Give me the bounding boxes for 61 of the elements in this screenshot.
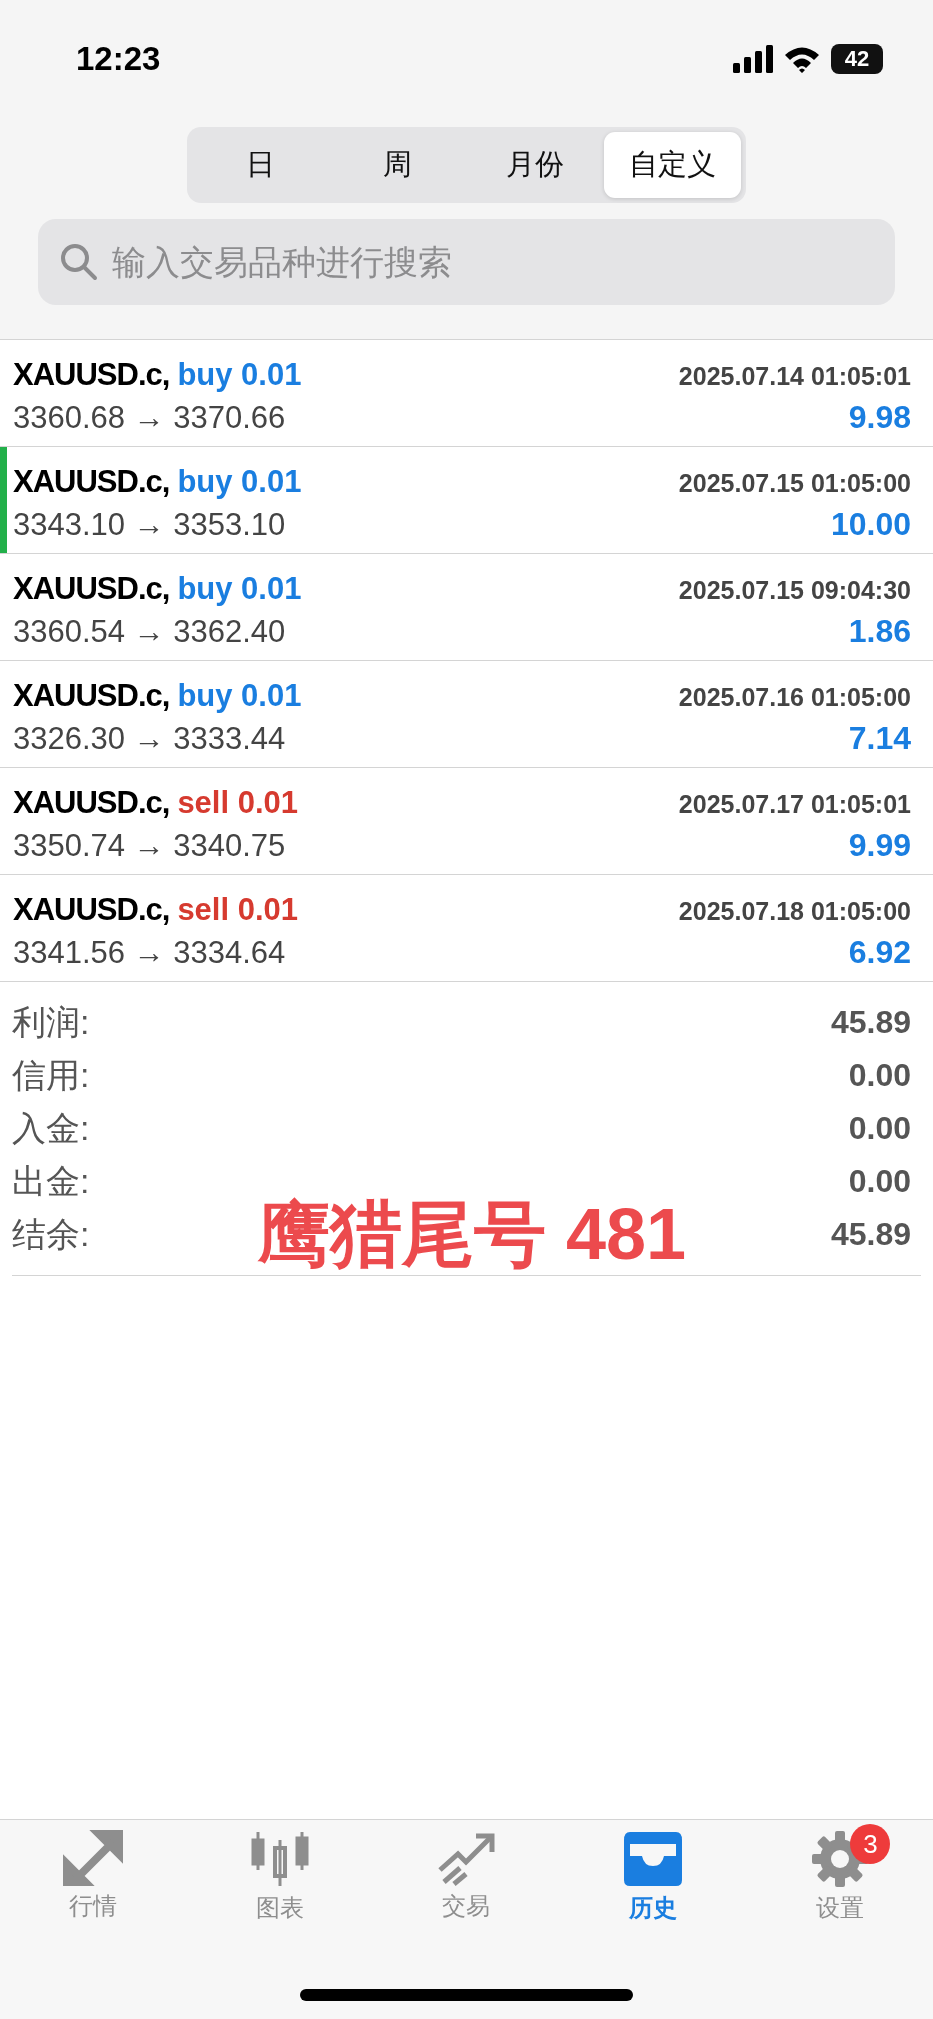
- order-text: buy 0.01: [177, 570, 302, 606]
- deal-row[interactable]: XAUUSD.c, buy 0.01 2025.07.15 01:05:00 3343.10 → 3353.10 10.00: [0, 447, 933, 554]
- summary-value: 0.00: [848, 1110, 911, 1147]
- profit-value: 10.00: [830, 505, 911, 543]
- deal-row[interactable]: XAUUSD.c, buy 0.01 2025.07.15 09:04:30 3360.54 → 3362.40 1.86: [0, 554, 933, 661]
- summary-value: 45.89: [830, 1216, 911, 1253]
- search-field[interactable]: 输入交易品种进行搜索: [38, 219, 895, 305]
- candlestick-icon: [249, 1830, 310, 1888]
- deal-row[interactable]: XAUUSD.c, buy 0.01 2025.07.16 01:05:00 3326.30 → 3333.44 7.14: [0, 661, 933, 768]
- price-text: 3343.10 → 3353.10: [13, 506, 286, 543]
- period-tab[interactable]: 月份: [466, 132, 604, 198]
- symbol-text: XAUUSD.c,: [13, 677, 170, 713]
- symbol-text: XAUUSD.c,: [13, 570, 170, 606]
- summary-label: 结余:: [12, 1213, 90, 1255]
- summary-value: 0.00: [848, 1057, 911, 1094]
- deal-time: 2025.07.18 01:05:00: [678, 896, 911, 926]
- signal-icon: [733, 45, 773, 73]
- overlay-caption: 鹰猎尾号 481: [258, 1193, 687, 1276]
- period-tab[interactable]: 日: [192, 132, 330, 198]
- profit-value: 9.98: [848, 398, 911, 436]
- price-text: 3360.54 → 3362.40: [13, 613, 286, 650]
- notification-badge: 3: [850, 1824, 891, 1864]
- period-tab[interactable]: 自定义: [603, 132, 741, 198]
- deal-time: 2025.07.14 01:05:01: [678, 361, 911, 391]
- summary-label: 入金:: [12, 1107, 90, 1149]
- symbol-text: XAUUSD.c,: [13, 784, 170, 820]
- summary-label: 出金:: [12, 1160, 90, 1202]
- deal-time: 2025.07.15 09:04:30: [678, 575, 911, 605]
- order-text: buy 0.01: [177, 677, 302, 713]
- order-text: sell 0.01: [177, 891, 299, 927]
- inbox-icon: [622, 1830, 685, 1888]
- deal-time: 2025.07.17 01:05:01: [678, 789, 911, 819]
- profit-value: 1.86: [848, 612, 911, 650]
- period-tab[interactable]: 周: [329, 132, 467, 198]
- order-text: buy 0.01: [177, 356, 302, 392]
- battery-level: 42: [831, 44, 883, 74]
- price-text: 3341.56 → 3334.64: [13, 934, 286, 971]
- tab-bar-item[interactable]: 历史: [622, 1830, 685, 1924]
- profit-value: 7.14: [848, 719, 911, 757]
- symbol-text: XAUUSD.c,: [13, 463, 170, 499]
- double-arrow-icon: [63, 1830, 124, 1886]
- profit-value: 6.92: [848, 933, 911, 971]
- deal-row[interactable]: XAUUSD.c, sell 0.01 2025.07.18 01:05:00 3341.56 → 3334.64 6.92: [0, 875, 933, 982]
- summary-value: 0.00: [848, 1163, 911, 1200]
- deal-time: 2025.07.15 01:05:00: [678, 468, 911, 498]
- deal-row[interactable]: XAUUSD.c, buy 0.01 2025.07.14 01:05:01 3360.68 → 3370.66 9.98: [0, 340, 933, 447]
- price-text: 3326.30 → 3333.44: [13, 720, 286, 757]
- summary-label: 利润:: [12, 1001, 90, 1043]
- price-text: 3360.68 → 3370.66: [13, 399, 286, 436]
- symbol-text: XAUUSD.c,: [13, 356, 170, 392]
- clock: 12:23: [76, 40, 161, 78]
- summary-value: 45.89: [830, 1004, 911, 1041]
- wifi-icon: [783, 45, 821, 73]
- deal-row[interactable]: XAUUSD.c, sell 0.01 2025.07.17 01:05:01 3350.74 → 3340.75 9.99: [0, 768, 933, 875]
- profit-value: 9.99: [848, 826, 911, 864]
- symbol-text: XAUUSD.c,: [13, 891, 170, 927]
- order-text: buy 0.01: [177, 463, 302, 499]
- summary-label: 信用:: [12, 1054, 90, 1096]
- order-text: sell 0.01: [177, 784, 299, 820]
- deal-time: 2025.07.16 01:05:00: [678, 682, 911, 712]
- price-text: 3350.74 → 3340.75: [13, 827, 286, 864]
